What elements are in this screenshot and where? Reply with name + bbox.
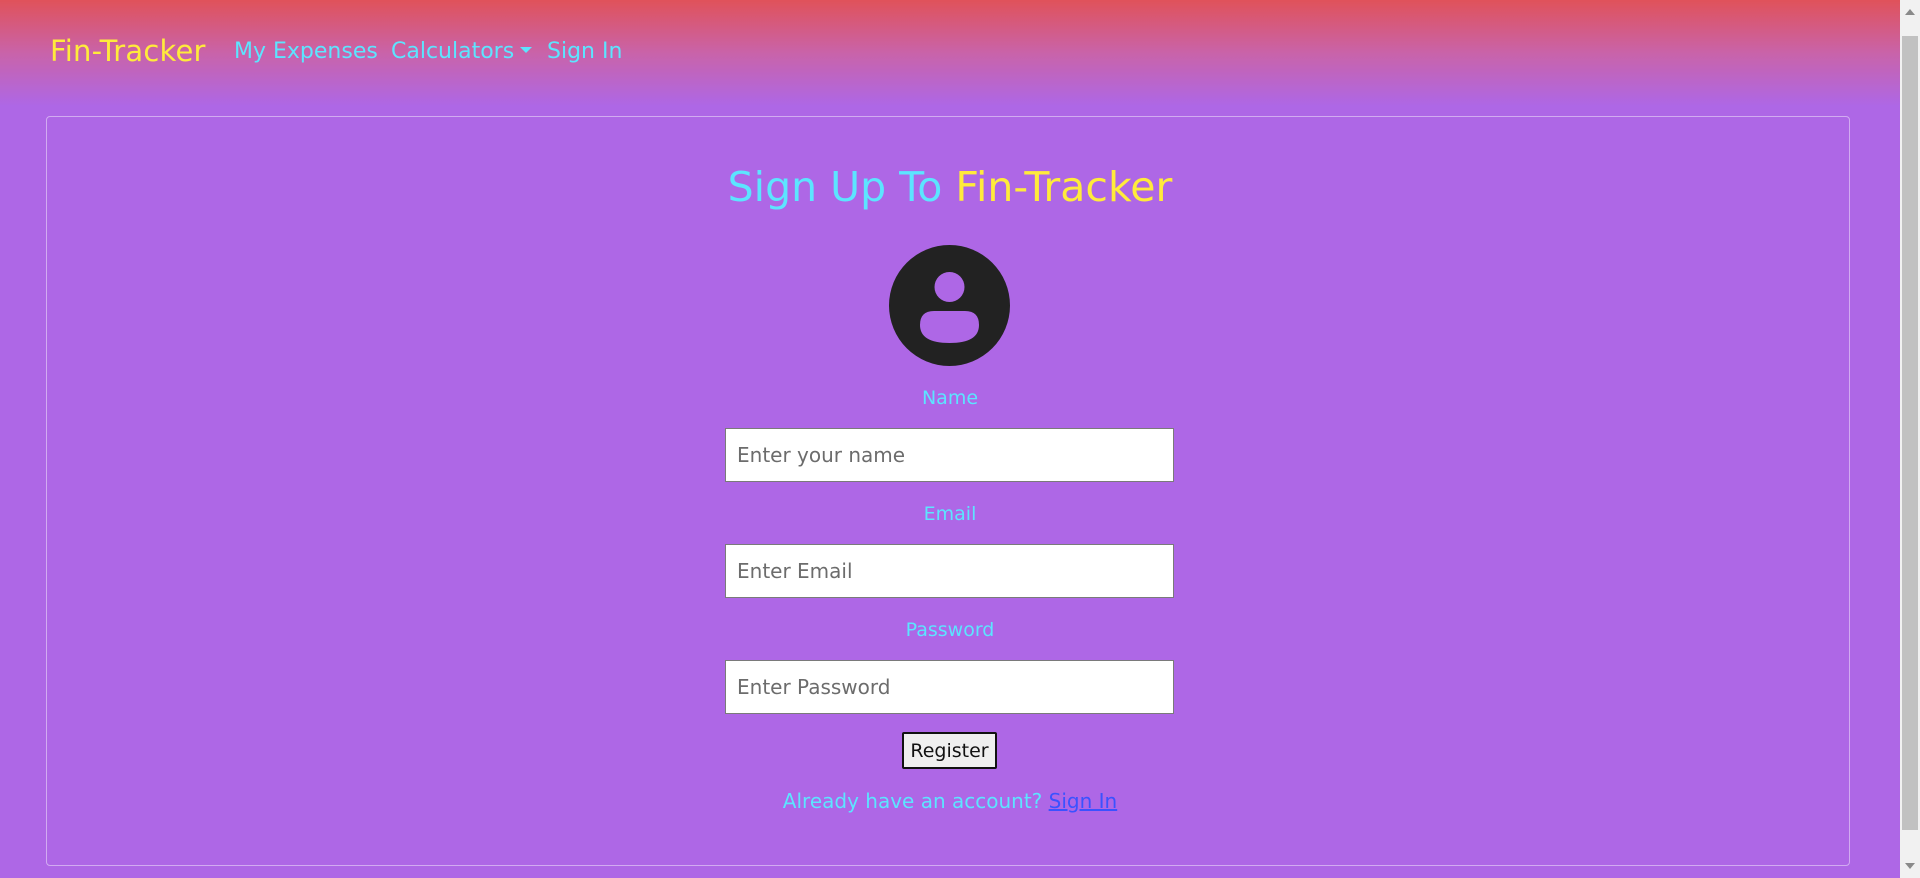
email-input[interactable] [725, 544, 1174, 598]
chevron-down-icon [520, 47, 533, 53]
signin-prompt: Already have an account? Sign In [0, 789, 1900, 813]
password-label: Password [905, 619, 995, 641]
email-label: Email [923, 503, 977, 525]
nav-calculators-label: Calculators [391, 39, 515, 64]
title-prefix: Sign Up To [727, 163, 943, 211]
register-button[interactable]: Register [902, 732, 997, 769]
brand-link[interactable]: Fin-Tracker [50, 34, 206, 68]
name-label: Name [921, 387, 979, 409]
navbar: Fin-Tracker My Expenses Calculators Sign… [0, 0, 1900, 106]
signin-prompt-text: Already have an account? [782, 789, 1043, 813]
scroll-thumb[interactable] [1902, 36, 1918, 830]
scroll-up-icon[interactable] [1905, 9, 1915, 15]
name-input[interactable] [725, 428, 1174, 482]
title-brand: Fin-Tracker [955, 163, 1173, 211]
signin-link[interactable]: Sign In [1049, 789, 1118, 813]
nav-my-expenses[interactable]: My Expenses [234, 39, 378, 64]
nav-sign-in[interactable]: Sign In [547, 39, 622, 64]
page-title: Sign Up To Fin-Tracker [0, 163, 1900, 211]
scrollbar[interactable] [1900, 0, 1920, 878]
password-input[interactable] [725, 660, 1174, 714]
user-circle-icon [889, 245, 1010, 366]
nav-calculators-dropdown[interactable]: Calculators [391, 39, 533, 64]
scroll-down-icon[interactable] [1905, 863, 1915, 869]
